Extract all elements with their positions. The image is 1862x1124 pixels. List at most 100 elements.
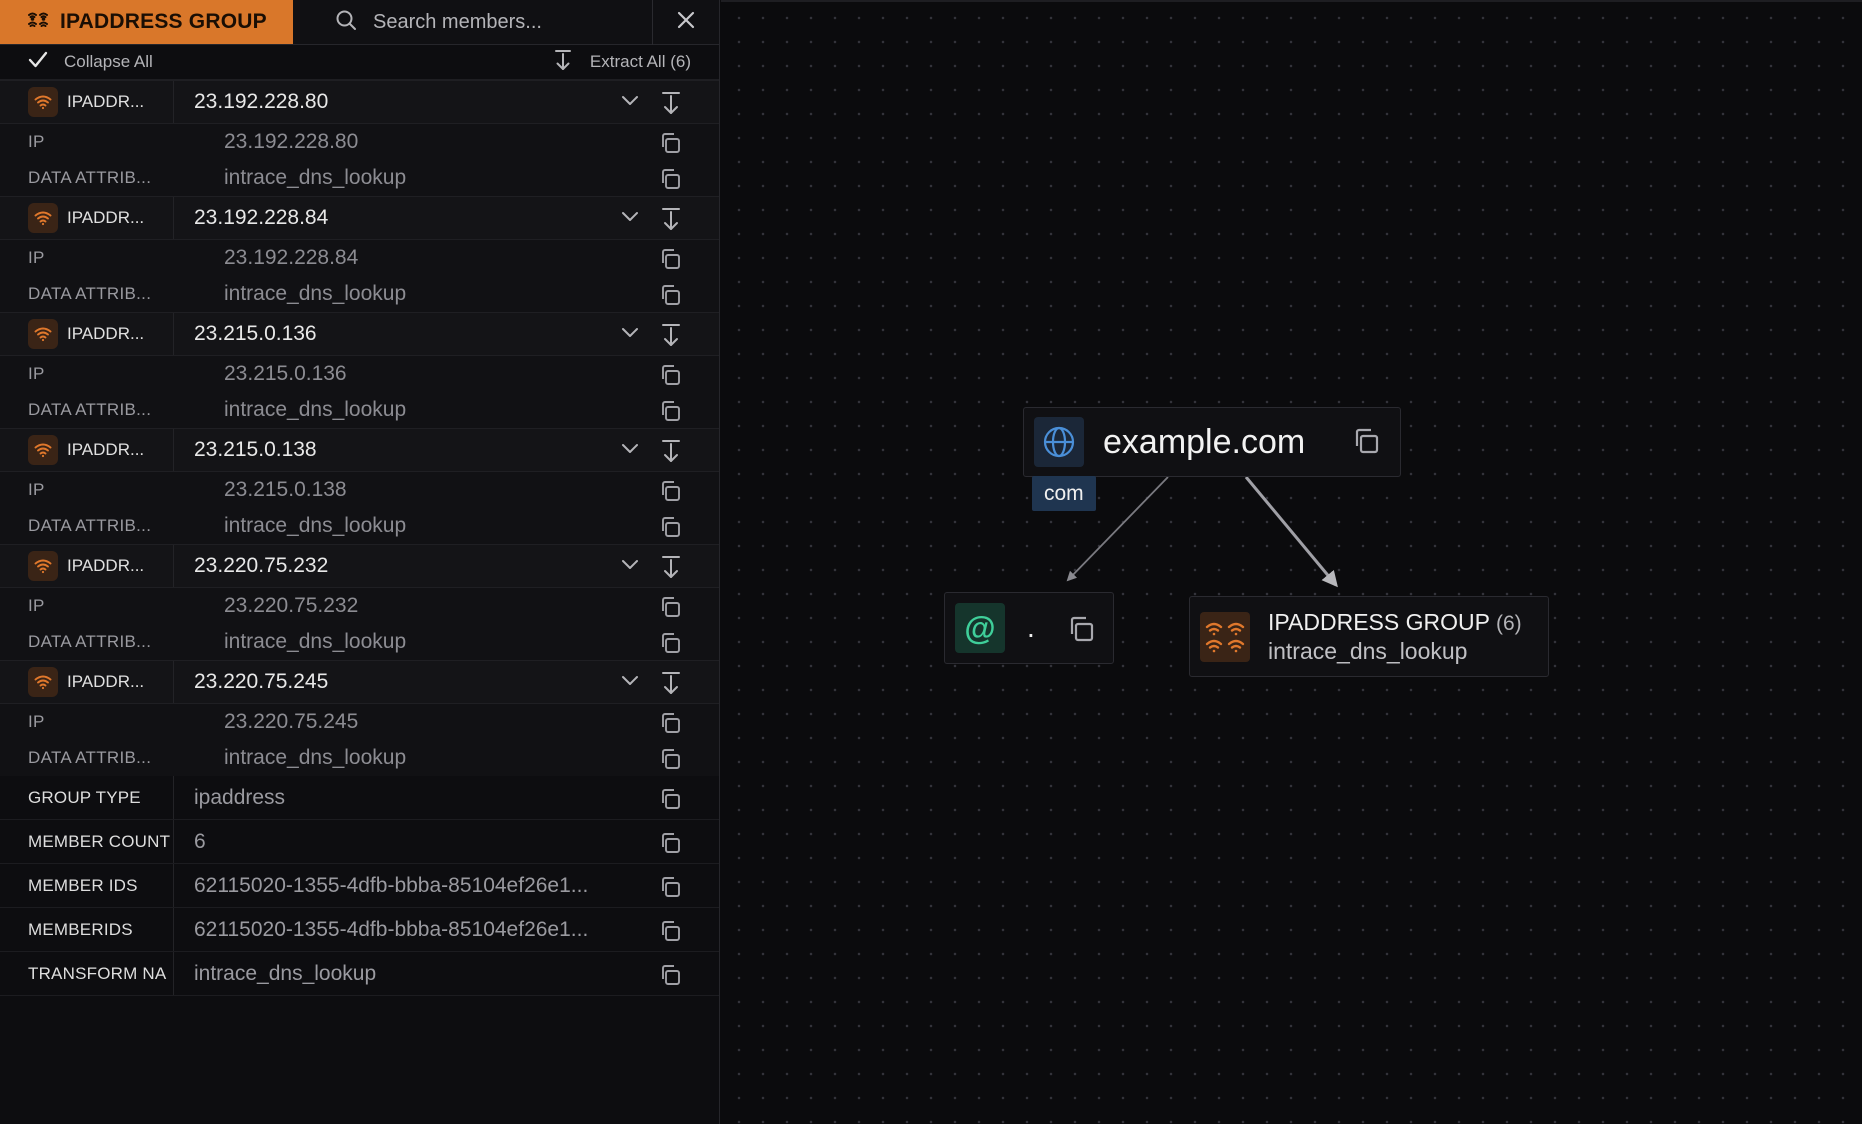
chevron-down-icon[interactable] [621,209,639,227]
download-arrow-icon[interactable] [661,91,681,120]
collapse-all-label: Collapse All [64,52,153,71]
group-title-tab[interactable]: IPADDRESS GROUP [0,0,293,44]
property-key: MEMBER IDS [0,864,174,907]
chevron-down-icon[interactable] [621,441,639,459]
copy-icon[interactable] [659,748,681,775]
copy-icon[interactable] [659,284,681,311]
member-ip-key: IP [28,248,45,267]
close-icon [677,11,695,34]
extract-all-button[interactable]: Extract All (6) [554,49,691,76]
copy-icon[interactable] [659,248,681,275]
member-attr-key: DATA ATTRIB... [28,400,152,419]
property-key: MEMBER COUNT [0,820,174,863]
copy-icon[interactable] [659,596,681,623]
member-type: IPADDR... [0,81,174,123]
member-attr-row: DATA ATTRIB... intrace_dns_lookup [0,276,719,312]
copy-icon[interactable] [1067,615,1095,648]
member-header[interactable]: IPADDR... 23.192.228.80 [0,80,719,124]
member-type: IPADDR... [0,429,174,471]
member-attr-key: DATA ATTRIB... [28,516,152,535]
member-attr-value: intrace_dns_lookup [224,398,407,421]
download-arrow-icon[interactable] [661,555,681,584]
copy-icon[interactable] [659,364,681,391]
member-ip-row: IP 23.215.0.138 [0,472,719,508]
member-header[interactable]: IPADDR... 23.215.0.136 [0,312,719,356]
copy-icon[interactable] [659,788,681,815]
copy-icon[interactable] [659,400,681,427]
member-attr-key: DATA ATTRIB... [28,748,152,767]
group-node-subtitle: intrace_dns_lookup [1268,637,1468,664]
domain-node[interactable]: example.com [1023,407,1401,477]
copy-icon[interactable] [659,712,681,739]
wifi-group-icon [28,11,48,34]
member-value: 23.192.228.84 [194,206,329,229]
copy-icon[interactable] [659,832,681,859]
copy-icon[interactable] [659,132,681,159]
property-key: MEMBERIDS [0,908,174,951]
globe-icon [1034,417,1084,467]
member-ip-row: IP 23.192.228.80 [0,124,719,160]
collapse-all-toggle[interactable]: Collapse All [28,51,153,74]
member-type-label: IPADDR... [67,440,145,459]
email-node[interactable]: @ . [944,592,1114,664]
property-value: 6 [194,829,206,853]
ipaddress-group-node[interactable]: IPADDRESS GROUP (6) intrace_dns_lookup [1189,596,1549,677]
member-type-label: IPADDR... [67,208,145,227]
member-attr-value: intrace_dns_lookup [224,166,407,189]
member-ip-value: 23.215.0.138 [224,478,347,501]
close-button[interactable] [652,0,719,45]
members-list: IPADDR... 23.192.228.80 IP 23.192.228.80… [0,80,719,776]
panel-toolbar: Collapse All Extract All (6) [0,45,719,80]
search-input[interactable] [373,10,643,34]
copy-icon[interactable] [659,876,681,903]
chevron-down-icon[interactable] [621,93,639,111]
search-box [293,0,719,45]
copy-icon[interactable] [659,516,681,543]
member-header[interactable]: IPADDR... 23.220.75.232 [0,544,719,588]
member-type-label: IPADDR... [67,672,145,691]
download-arrow-icon[interactable] [661,439,681,468]
download-arrow-icon[interactable] [661,207,681,236]
property-row: GROUP TYPE ipaddress [0,776,719,820]
member-ip-row: IP 23.215.0.136 [0,356,719,392]
chevron-down-icon[interactable] [621,325,639,343]
at-sign-icon: @ [955,603,1005,653]
group-node-count: (6) [1495,611,1522,635]
download-arrow-icon[interactable] [661,323,681,352]
property-key: GROUP TYPE [0,776,174,819]
member-attr-row: DATA ATTRIB... intrace_dns_lookup [0,160,719,196]
property-value: intrace_dns_lookup [194,961,377,985]
member-attr-value: intrace_dns_lookup [224,746,407,769]
graph-canvas[interactable] [721,0,1862,1124]
copy-icon[interactable] [659,920,681,947]
download-arrow-icon [554,49,572,76]
copy-icon[interactable] [1352,427,1380,460]
member-attr-value: intrace_dns_lookup [224,630,407,653]
member-ip-value: 23.220.75.232 [224,594,359,617]
property-value: ipaddress [194,785,286,809]
member-header[interactable]: IPADDR... 23.220.75.245 [0,660,719,704]
member-type-label: IPADDR... [67,556,145,575]
member-ip-value: 23.192.228.84 [224,246,359,269]
property-row: MEMBER COUNT 6 [0,820,719,864]
copy-icon[interactable] [659,964,681,991]
member-type: IPADDR... [0,313,174,355]
download-arrow-icon[interactable] [661,671,681,700]
copy-icon[interactable] [659,632,681,659]
wifi-icon [28,203,58,233]
member-ip-row: IP 23.220.75.245 [0,704,719,740]
copy-icon[interactable] [659,480,681,507]
member-header[interactable]: IPADDR... 23.192.228.84 [0,196,719,240]
copy-icon[interactable] [659,168,681,195]
member-ip-key: IP [28,480,45,499]
wifi-icon [28,551,58,581]
chevron-down-icon[interactable] [621,557,639,575]
wifi-group-icon [1200,611,1250,662]
member-header[interactable]: IPADDR... 23.215.0.138 [0,428,719,472]
member-value: 23.192.228.80 [194,90,329,113]
member-attr-value: intrace_dns_lookup [224,514,407,537]
wifi-icon [28,87,58,117]
member-attr-key: DATA ATTRIB... [28,168,152,187]
chevron-down-icon[interactable] [621,673,639,691]
member-ip-value: 23.192.228.80 [224,130,359,153]
